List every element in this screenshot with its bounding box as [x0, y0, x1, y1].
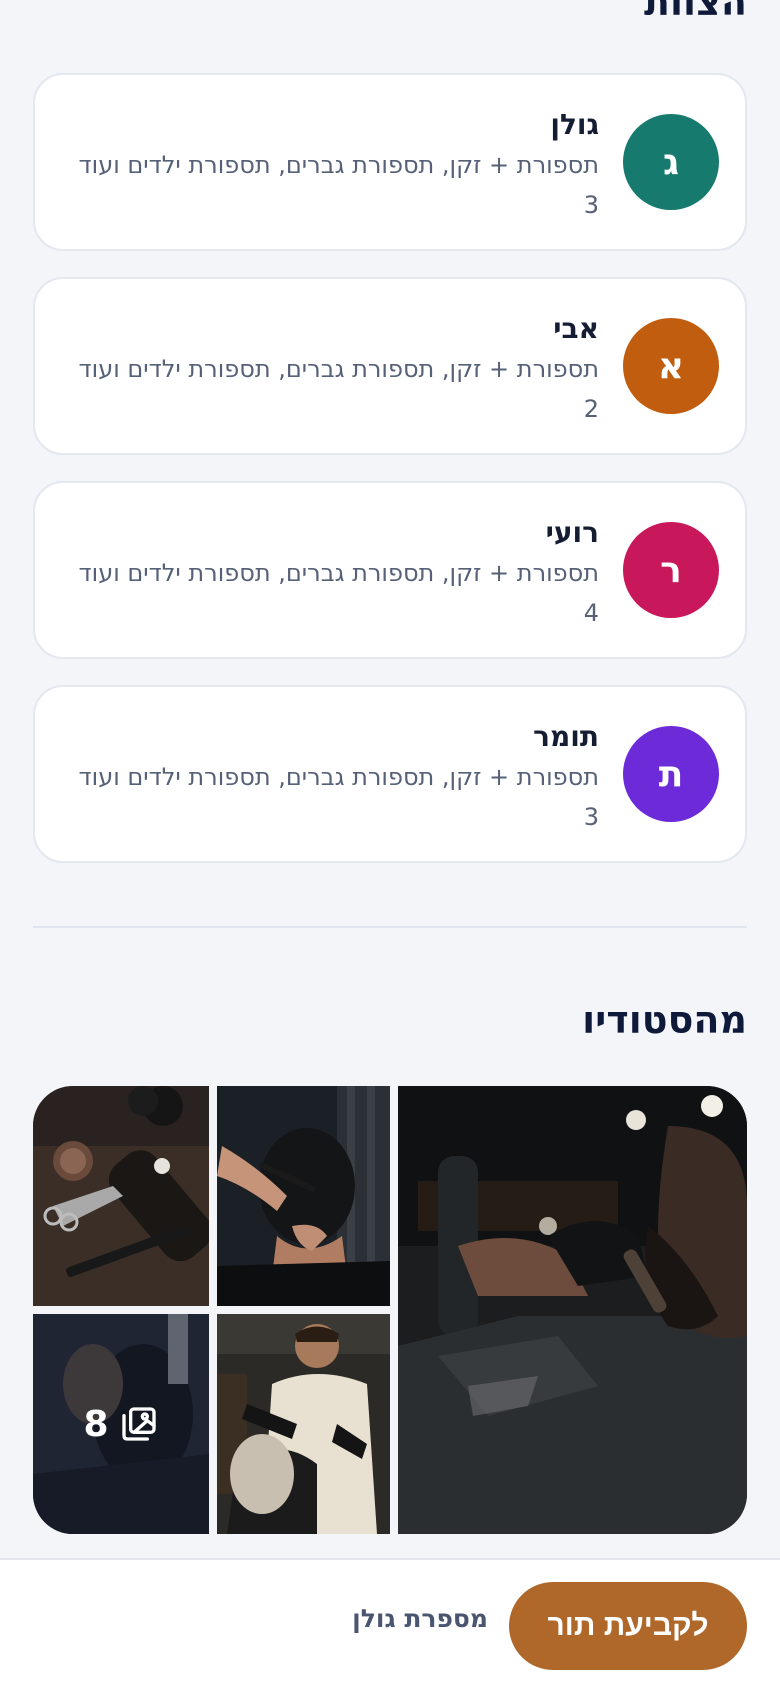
team-member-card-golan[interactable]: ג גולן תספורת + זקן, תספורת גברים, תספור… [33, 73, 747, 251]
studio-gallery: 8 [33, 1086, 747, 1534]
more-photos-overlay: 8 [33, 1314, 209, 1534]
avatar: א [623, 318, 719, 414]
member-info: תומר תספורת + זקן, תספורת גברים, תספורת … [59, 717, 599, 837]
page: הצוות ג גולן תספורת + זקן, תספורת גברים,… [0, 0, 780, 1688]
gallery-photo-main[interactable] [398, 1086, 747, 1534]
more-photos-count: 8 [83, 1403, 109, 1445]
gallery-photo-tools[interactable] [33, 1086, 209, 1306]
member-services-count: 3 [583, 803, 599, 831]
member-info: רועי תספורת + זקן, תספורת גברים, תספורת … [59, 513, 599, 633]
avatar: ג [623, 114, 719, 210]
gallery-photo-haircut[interactable] [217, 1086, 390, 1306]
gallery-icon [119, 1404, 159, 1444]
book-appointment-button[interactable]: לקביעת תור [509, 1582, 747, 1670]
gallery-more-photos[interactable]: 8 [33, 1314, 209, 1534]
team-member-card-roei[interactable]: ר רועי תספורת + זקן, תספורת גברים, תספור… [33, 481, 747, 659]
gallery-photo-barber[interactable] [217, 1314, 390, 1534]
member-services-count: 2 [583, 395, 599, 423]
member-info: אבי תספורת + זקן, תספורת גברים, תספורת י… [59, 309, 599, 429]
member-services: תספורת + זקן, תספורת גברים, תספורת ילדים… [78, 151, 599, 179]
team-section-title: הצוות [644, 0, 747, 24]
section-divider [33, 926, 747, 928]
member-name: תומר [533, 720, 599, 753]
bottom-bar: לקביעת תור מספרת גולן [0, 1558, 780, 1688]
member-services: תספורת + זקן, תספורת גברים, תספורת ילדים… [78, 763, 599, 791]
brand-name: מספרת גולן [352, 1604, 488, 1633]
member-services: תספורת + זקן, תספורת גברים, תספורת ילדים… [78, 355, 599, 383]
member-services: תספורת + זקן, תספורת גברים, תספורת ילדים… [78, 559, 599, 587]
team-member-card-avi[interactable]: א אבי תספורת + זקן, תספורת גברים, תספורת… [33, 277, 747, 455]
avatar: ר [623, 522, 719, 618]
member-info: גולן תספורת + זקן, תספורת גברים, תספורת … [59, 105, 599, 225]
member-name: גולן [550, 108, 599, 141]
member-services-count: 3 [583, 191, 599, 219]
team-member-card-tomer[interactable]: ת תומר תספורת + זקן, תספורת גברים, תספור… [33, 685, 747, 863]
avatar: ת [623, 726, 719, 822]
member-services-count: 4 [583, 599, 599, 627]
member-name: אבי [553, 312, 599, 345]
member-name: רועי [545, 516, 599, 549]
studio-section-title: מהסטודיו [582, 998, 747, 1042]
